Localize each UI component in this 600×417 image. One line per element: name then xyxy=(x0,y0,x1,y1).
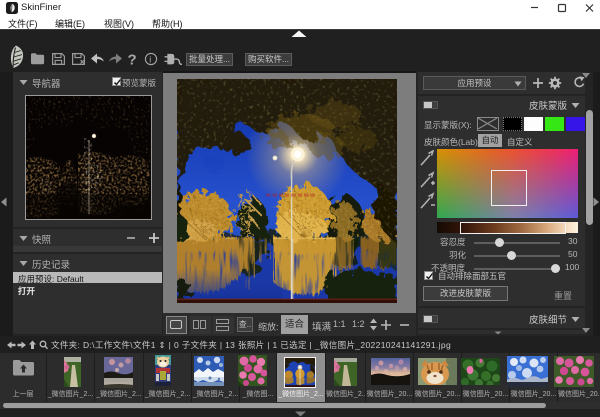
svg-text:?: ? xyxy=(128,52,137,69)
svg-text:i: i xyxy=(149,55,151,65)
